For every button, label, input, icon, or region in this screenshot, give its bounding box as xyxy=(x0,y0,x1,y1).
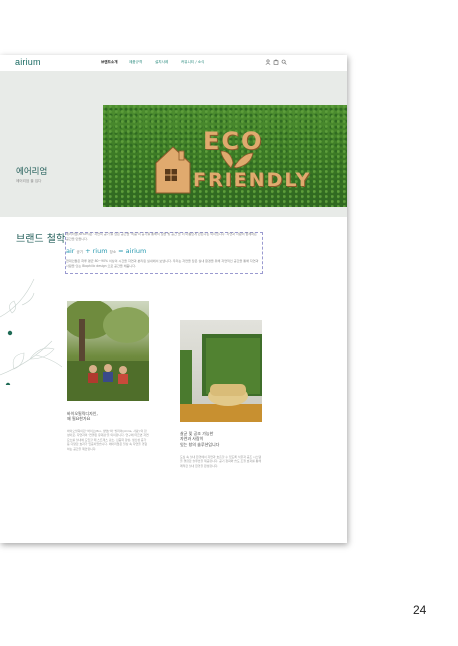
brand-philosophy-title: 브랜드 철학 xyxy=(16,234,66,245)
nav-cases[interactable]: 설치사례 xyxy=(155,60,168,65)
airium-formula: air 공기 + rium 장소 = airium xyxy=(66,247,146,255)
formula-air-ko: 공기 xyxy=(76,250,83,254)
friendly-word: FRIENDLY xyxy=(193,169,312,191)
hero-title: 에어리엄 xyxy=(16,167,48,177)
hero-section: 에어리엄 에어리엄 을 입다 ECO FRIENDLY xyxy=(0,71,347,217)
eco-word: ECO xyxy=(203,127,264,155)
card1-title-line2: 왜 필요한가요 xyxy=(67,416,91,422)
green-wall-illustration xyxy=(180,334,262,422)
hero-subtitle: 에어리엄 을 입다 xyxy=(16,179,42,183)
card2-title-line3: 잇는 창의 솔루션입니다 xyxy=(180,441,220,447)
brand-paragraph-1: 에어리엄(airium)은 '자연의 공기'를 담은 공간을 '비움'의 공기를… xyxy=(66,232,257,241)
house-leaf-icon xyxy=(155,146,254,194)
family-tree-illustration xyxy=(67,301,149,401)
card1-body: 바이오필릭이란 '바이오(Bio, 생명)'와 '필리아(philia, 사랑)… xyxy=(67,429,149,451)
site-header: airium 브랜드소개 제품규격 설치사례 커뮤니티 / 소식 xyxy=(0,55,347,71)
cart-icon[interactable] xyxy=(273,59,279,65)
leaf-branch-decoration xyxy=(0,278,63,385)
formula-rium-ko: 장소 xyxy=(109,250,117,254)
green-wall-photo xyxy=(180,320,262,422)
search-icon[interactable] xyxy=(281,59,287,65)
formula-air: air xyxy=(66,247,75,255)
page-number: 24 xyxy=(413,603,427,617)
user-icon[interactable] xyxy=(265,59,271,65)
card2-body: 도심 속 실내 환경에서 자연과 호흡할 수 있도록 식물과 공조 시스템을 결… xyxy=(180,455,261,468)
site-logo[interactable]: airium xyxy=(15,57,41,67)
card1-title: 바이오필릭디자인, 왜 필요한가요 xyxy=(67,411,98,422)
nav-brand[interactable]: 브랜드소개 xyxy=(101,60,118,65)
website-mockup: airium 브랜드소개 제품규격 설치사례 커뮤니티 / 소식 에어리엄 에어… xyxy=(0,55,347,543)
formula-rium: + rium xyxy=(85,247,108,255)
brand-paragraph-2: 현대인들은 하루 평균 80~90% 이상의 시간을 자연과 분리된 실내에서 … xyxy=(66,259,259,268)
nav-products[interactable]: 제품규격 xyxy=(129,60,142,65)
nav-community[interactable]: 커뮤니티 / 소식 xyxy=(181,60,204,65)
formula-airium: = airium xyxy=(118,247,147,255)
eco-friendly-image: ECO FRIENDLY xyxy=(103,105,347,207)
card2-title: 살균 및 공조 가능한 자연과 사람이 잇는 창의 솔루션입니다 xyxy=(180,431,219,447)
family-tree-photo xyxy=(67,301,149,401)
